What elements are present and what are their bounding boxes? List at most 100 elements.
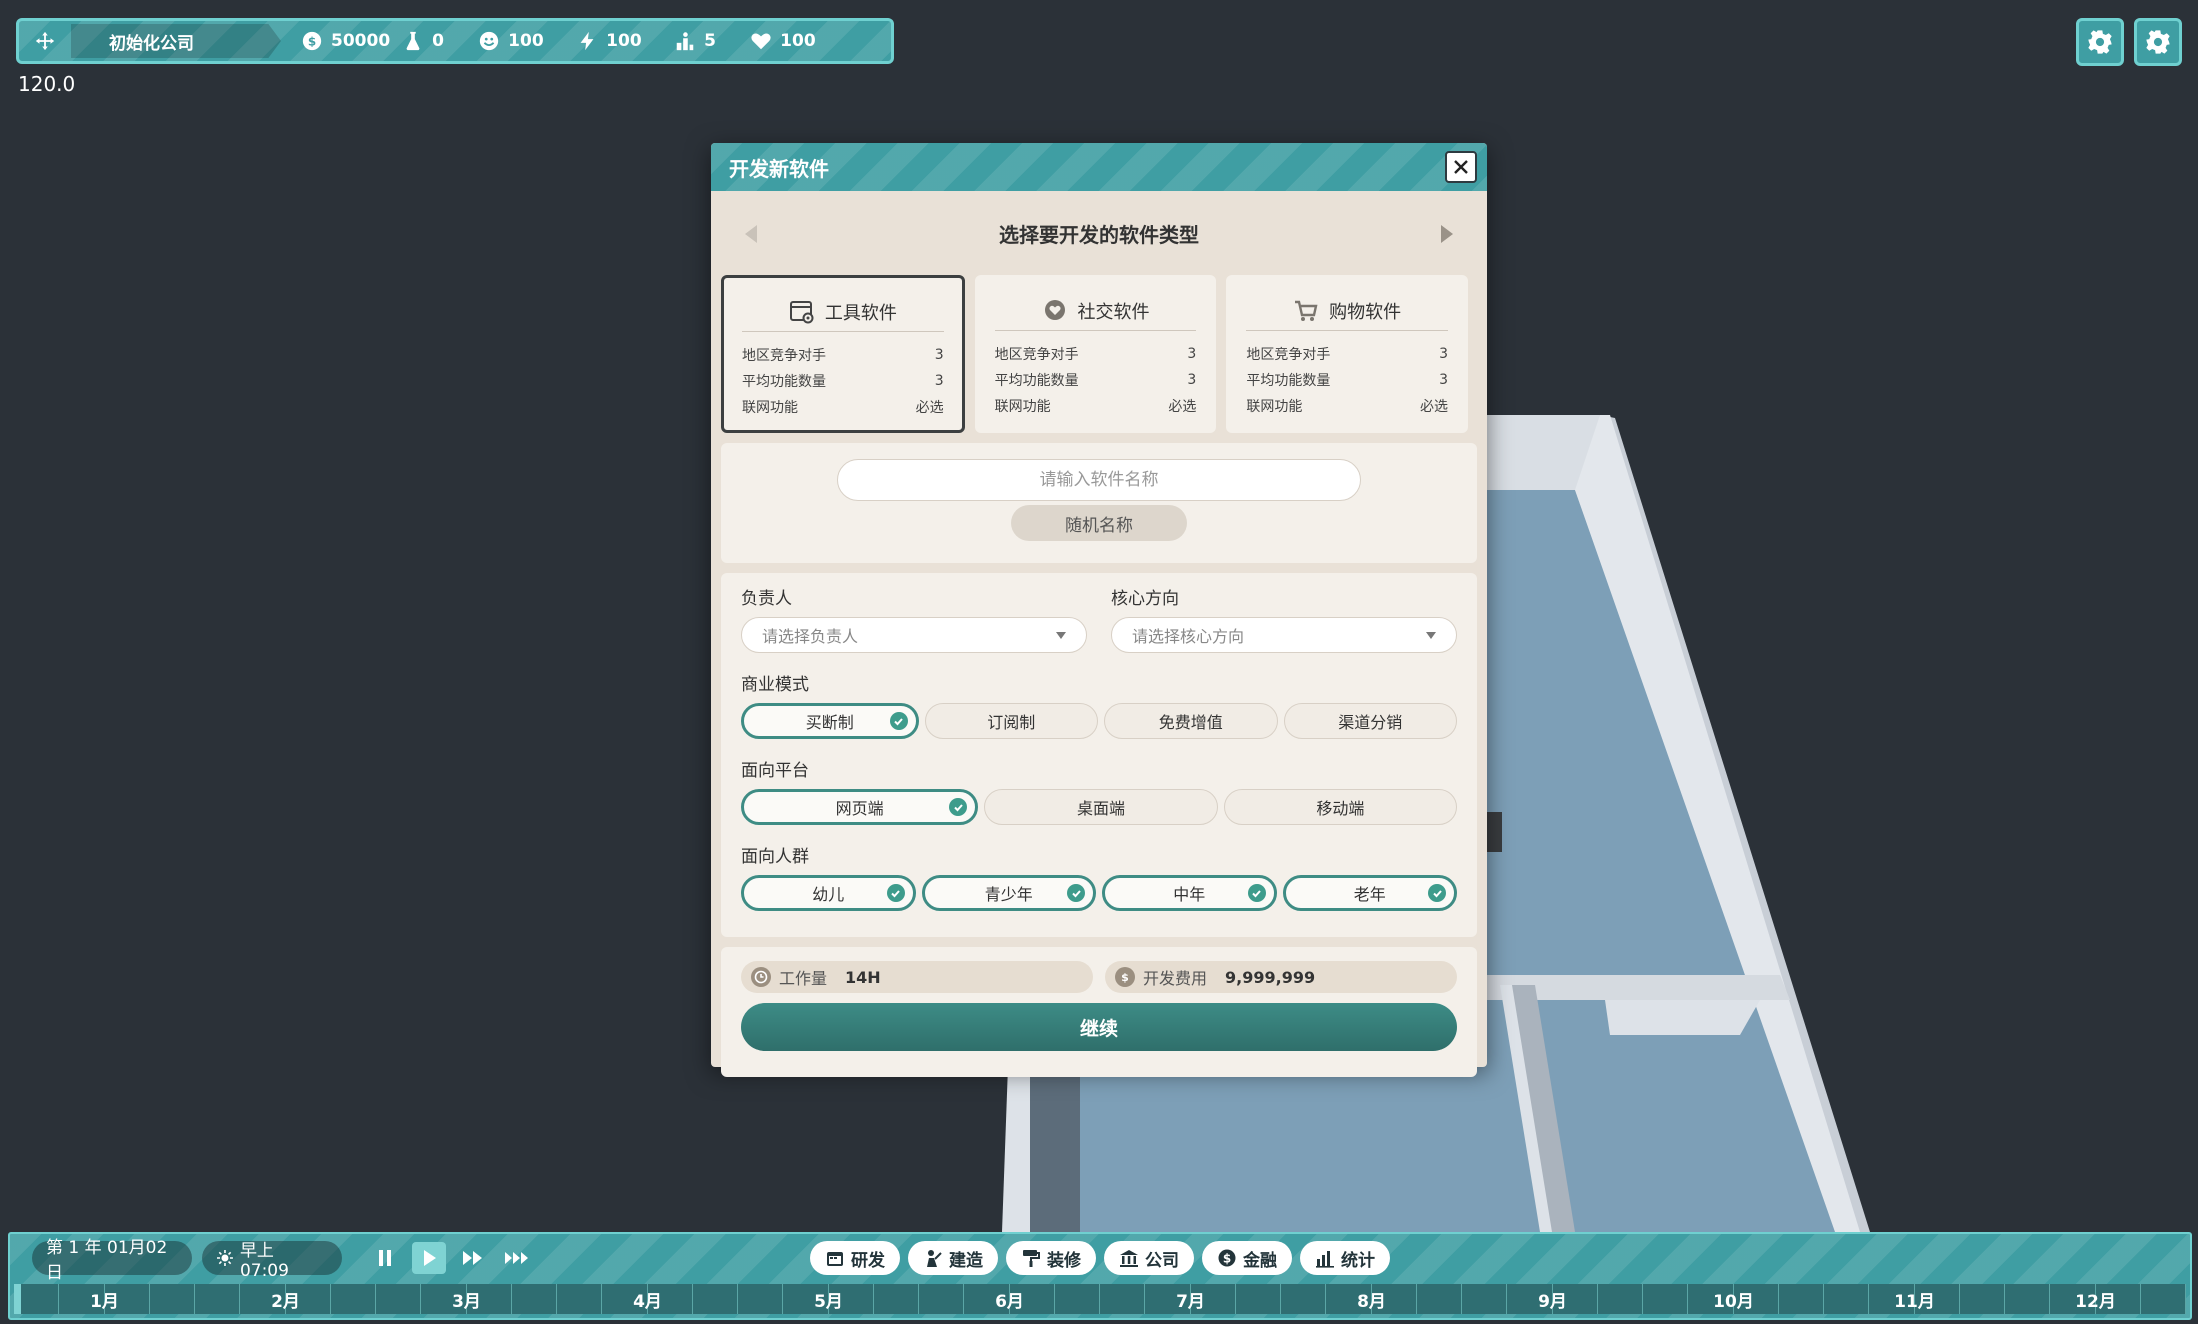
mood-stat: 100 <box>466 21 564 61</box>
close-button[interactable] <box>1445 151 1477 183</box>
mood-value: 100 <box>508 31 544 51</box>
nav-label: 金融 <box>1243 1250 1277 1271</box>
heart-icon <box>751 33 771 50</box>
option-pill[interactable]: 渠道分销 <box>1283 703 1457 739</box>
option-pill[interactable]: 中年 <box>1102 875 1277 911</box>
card-row: 联网功能 必选 <box>995 393 1197 419</box>
row-label: 地区竞争对手 <box>742 348 826 364</box>
software-name-input[interactable] <box>837 459 1361 501</box>
smiley-icon <box>479 31 499 51</box>
option-pill[interactable]: 桌面端 <box>984 789 1218 825</box>
owner-select[interactable]: 请选择负责人 <box>741 617 1087 653</box>
check-icon <box>1428 884 1446 902</box>
option-label: 网页端 <box>835 799 884 818</box>
option-label: 桌面端 <box>1076 799 1125 818</box>
money-stat: $ 50000 <box>289 21 390 61</box>
lightning-icon <box>580 31 594 51</box>
company-name-text: 初始化公司 <box>109 33 194 54</box>
option-pill[interactable]: 网页端 <box>741 789 979 825</box>
nav-decorate-button[interactable]: 装修 <box>1006 1241 1096 1275</box>
fastest-forward-button[interactable] <box>500 1242 534 1274</box>
bottom-controls: 第 1 年 01月02日 早上 07:09 研发 建造 装修 公司 $ 金融 统… <box>10 1234 2190 1283</box>
energy-stat: 100 <box>564 21 662 61</box>
menu-button[interactable] <box>27 21 71 61</box>
option-pill[interactable]: 老年 <box>1282 875 1457 911</box>
month-label: 1月 <box>90 1291 119 1312</box>
month-label: 11月 <box>1894 1291 1935 1312</box>
nav-label: 建造 <box>949 1250 983 1271</box>
nav-company-button[interactable]: 公司 <box>1104 1241 1194 1275</box>
type-card-shopping[interactable]: 购物软件 地区竞争对手 3 平均功能数量 3 联网功能 必选 <box>1226 275 1469 433</box>
option-pill[interactable]: 幼儿 <box>741 875 916 911</box>
nav-finance-button[interactable]: $ 金融 <box>1202 1241 1292 1275</box>
row-label: 联网功能 <box>994 399 1051 415</box>
option-pill[interactable]: 青少年 <box>921 875 1096 911</box>
fast-forward-button[interactable] <box>456 1242 490 1274</box>
option-pill[interactable]: 移动端 <box>1223 789 1457 825</box>
check-icon <box>889 712 908 730</box>
card-name: 购物软件 <box>1329 301 1402 323</box>
svg-text:$: $ <box>308 35 316 49</box>
settings-button-1[interactable] <box>2076 18 2124 66</box>
platform-label: 面向平台 <box>741 761 809 781</box>
check-icon <box>949 798 968 816</box>
dialog-title: 开发新软件 <box>729 156 829 181</box>
option-pill[interactable]: 买断制 <box>741 703 919 739</box>
nav-label: 研发 <box>851 1250 885 1271</box>
pause-button[interactable] <box>368 1242 402 1274</box>
option-label: 中年 <box>1173 885 1206 904</box>
company-name[interactable]: 初始化公司 <box>71 24 281 58</box>
clock-icon <box>751 967 771 987</box>
type-selector-header: 选择要开发的软件类型 <box>711 191 1487 275</box>
bar-chart-icon <box>1316 1251 1334 1268</box>
option-pill[interactable]: 免费增值 <box>1104 703 1278 739</box>
card-row: 地区竞争对手 3 <box>1246 341 1448 367</box>
chevron-down-icon <box>1426 631 1436 639</box>
row-value: 必选 <box>1168 399 1197 415</box>
nav-stats-button[interactable]: 统计 <box>1300 1241 1390 1275</box>
continue-button[interactable]: 继续 <box>741 1003 1457 1051</box>
health-value: 100 <box>780 31 816 51</box>
nav-build-button[interactable]: 建造 <box>908 1241 998 1275</box>
prev-type-arrow[interactable] <box>745 225 757 243</box>
workload-label: 工作量 <box>779 969 828 988</box>
coin-icon: $ <box>1218 1249 1236 1267</box>
room-step <box>1605 1000 1760 1035</box>
coin-icon: $ <box>302 31 322 51</box>
option-label: 免费增值 <box>1158 713 1223 732</box>
time-value: 早上 07:09 <box>239 1240 289 1281</box>
time-display: 早上 07:09 <box>202 1241 342 1281</box>
fastest-forward-icon <box>505 1252 528 1264</box>
staff-podium-icon <box>676 32 694 51</box>
card-row: 平均功能数量 3 <box>742 368 944 394</box>
option-label: 渠道分销 <box>1338 713 1403 732</box>
room-wall-panel <box>1030 1066 1080 1232</box>
month-label: 4月 <box>633 1291 662 1312</box>
row-value: 3 <box>934 347 944 363</box>
next-type-arrow[interactable] <box>1441 225 1453 243</box>
chevron-down-icon <box>1056 631 1066 639</box>
type-card-social[interactable]: 社交软件 地区竞争对手 3 平均功能数量 3 联网功能 必选 <box>974 275 1217 433</box>
card-title: 购物软件 <box>1246 291 1449 331</box>
card-name: 工具软件 <box>824 302 897 324</box>
random-name-button[interactable]: 随机名称 <box>1011 505 1187 541</box>
options-section: 负责人 请选择负责人 核心方向 请选择核心方向 商业模式 买断制 订阅制 免费增值 渠… <box>721 573 1477 937</box>
settings-button-2[interactable] <box>2134 18 2182 66</box>
month-label: 12月 <box>2075 1291 2116 1312</box>
sun-icon <box>216 1250 233 1266</box>
move-arrows-icon <box>35 31 55 51</box>
nav-research-button[interactable]: 研发 <box>810 1241 900 1275</box>
nav-label: 统计 <box>1341 1250 1375 1271</box>
core-direction-field: 核心方向 请选择核心方向 <box>1111 587 1457 653</box>
research-stat: 0 <box>390 21 466 61</box>
core-direction-label: 核心方向 <box>1111 589 1179 609</box>
core-direction-select[interactable]: 请选择核心方向 <box>1111 617 1457 653</box>
card-title: 工具软件 <box>742 292 944 332</box>
play-button[interactable] <box>412 1242 446 1274</box>
furniture-desk[interactable] <box>1486 812 1502 852</box>
chat-heart-icon <box>1044 299 1065 320</box>
date-display: 第 1 年 01月02日 <box>32 1238 192 1283</box>
type-card-tool[interactable]: 工具软件 地区竞争对手 3 平均功能数量 3 联网功能 必选 <box>721 275 965 433</box>
option-pill[interactable]: 订阅制 <box>924 703 1098 739</box>
option-label: 移动端 <box>1316 799 1365 818</box>
